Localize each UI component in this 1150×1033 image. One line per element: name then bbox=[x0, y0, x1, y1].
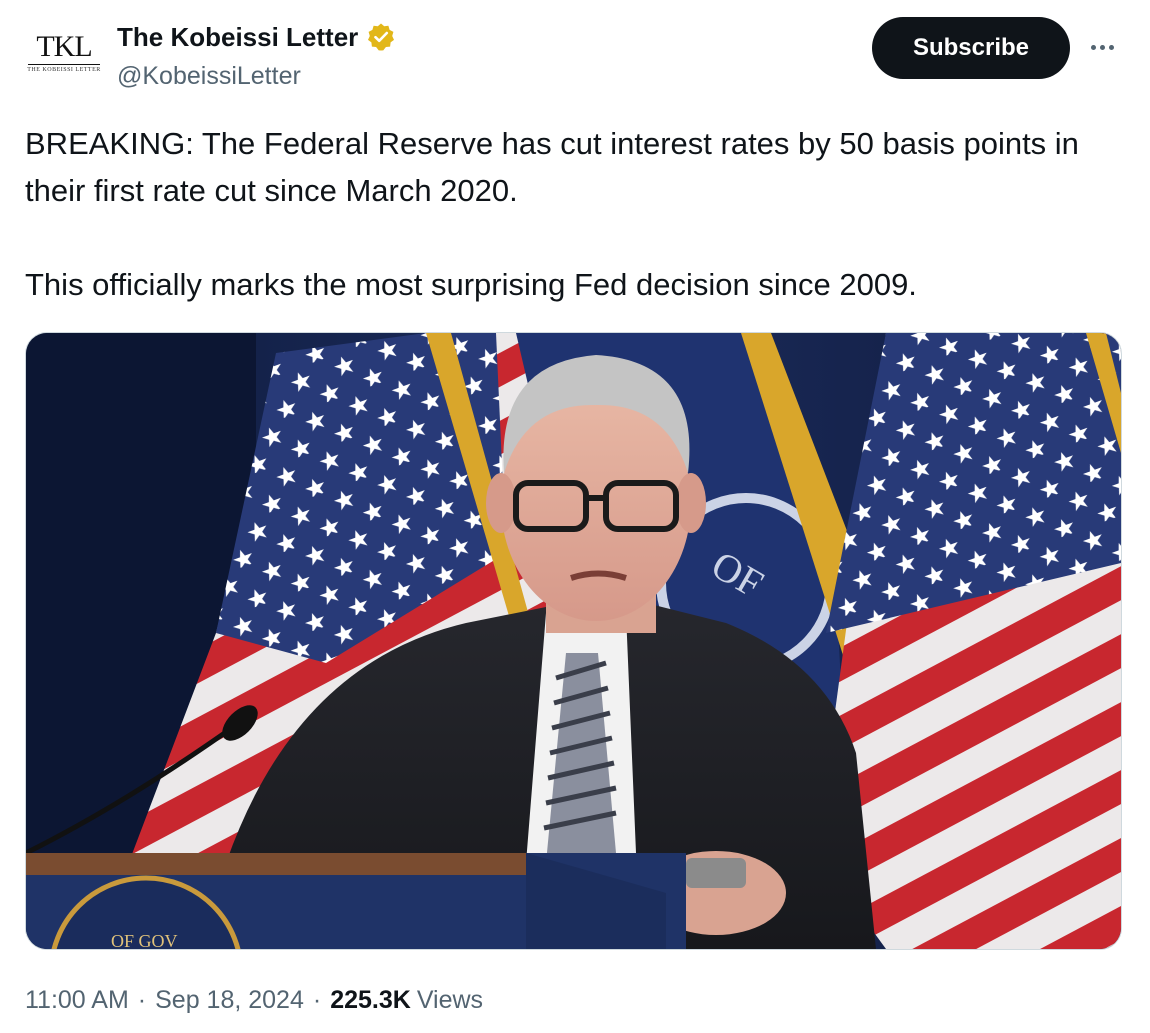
display-name[interactable]: The Kobeissi Letter bbox=[117, 20, 358, 54]
avatar[interactable]: TKL THE KOBEISSI LETTER bbox=[22, 22, 106, 82]
photo-illustration: OF OF GOV bbox=[26, 333, 1121, 949]
avatar-subtitle: THE KOBEISSI LETTER bbox=[27, 66, 101, 73]
tweet-text: BREAKING: The Federal Reserve has cut in… bbox=[25, 120, 1135, 308]
avatar-divider bbox=[28, 63, 100, 65]
verified-badge-icon bbox=[366, 22, 396, 52]
tweet-time-link[interactable]: 11:00 AM bbox=[25, 982, 129, 1018]
author-name-row: The Kobeissi Letter bbox=[117, 20, 396, 54]
more-horizontal-icon bbox=[1090, 44, 1096, 50]
more-horizontal-icon-dot bbox=[1108, 44, 1114, 50]
more-horizontal-icon-dot bbox=[1099, 44, 1105, 50]
subscribe-button[interactable]: Subscribe bbox=[872, 17, 1070, 79]
meta-separator: · bbox=[137, 986, 147, 1014]
views-label: Views bbox=[416, 986, 484, 1014]
meta-separator: · bbox=[312, 986, 322, 1014]
tweet-card: TKL THE KOBEISSI LETTER The Kobeissi Let… bbox=[0, 0, 1150, 1033]
tweet-photo[interactable]: OF OF GOV bbox=[25, 332, 1122, 950]
tweet-paragraph-2: This officially marks the most surprisin… bbox=[25, 267, 917, 302]
tweet-paragraph-1: BREAKING: The Federal Reserve has cut in… bbox=[25, 126, 1079, 208]
podium-seal-text: OF GOV bbox=[111, 931, 178, 949]
avatar-monogram: TKL bbox=[36, 29, 92, 63]
tweet-date-link[interactable]: Sep 18, 2024 bbox=[155, 982, 304, 1018]
tweet-meta: 11:00 AM · Sep 18, 2024 · 225.3K Views bbox=[25, 982, 483, 1018]
views-count: 225.3K bbox=[330, 986, 411, 1014]
more-options-button[interactable] bbox=[1082, 32, 1122, 62]
author-handle[interactable]: @KobeissiLetter bbox=[117, 60, 301, 92]
